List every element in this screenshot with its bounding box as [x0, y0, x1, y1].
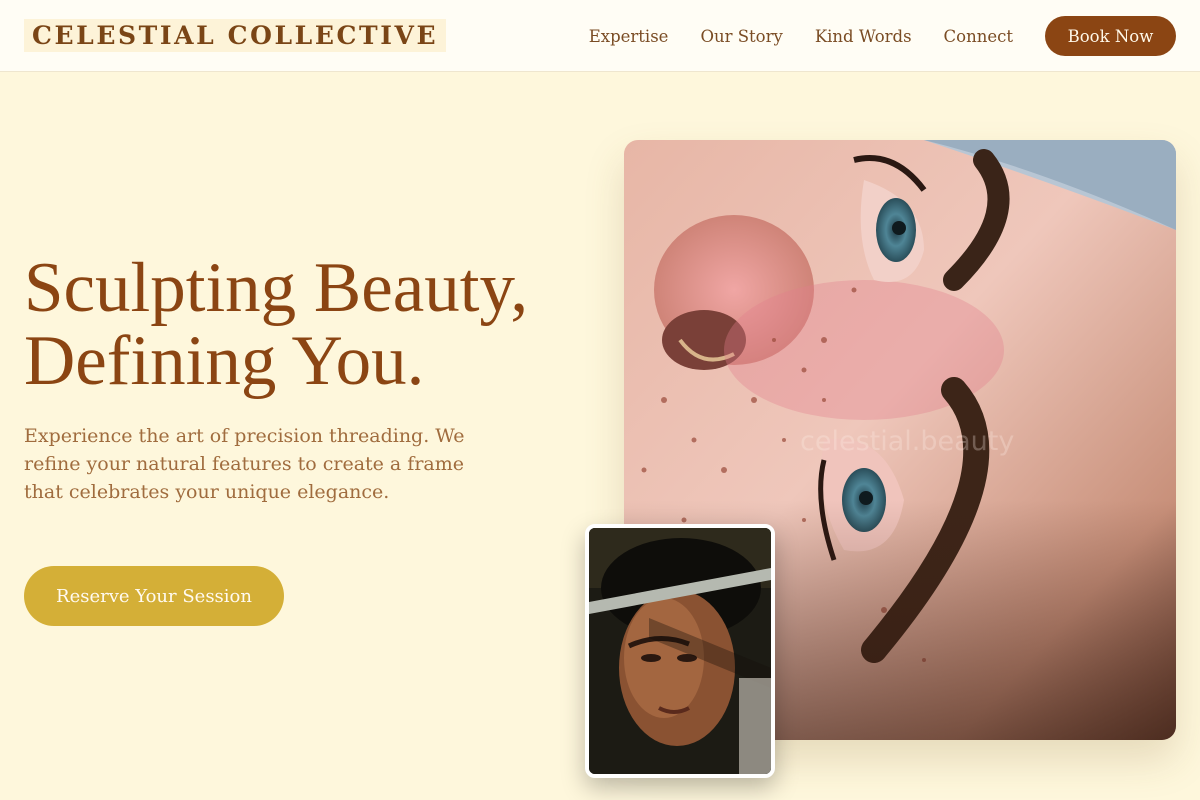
- hero-title-line-1: Sculpting Beauty,: [24, 249, 529, 327]
- hero-secondary-image: [585, 524, 775, 778]
- hero-subtitle: Experience the art of precision threadin…: [24, 425, 465, 503]
- site-header: CELESTIAL COLLECTIVE Expertise Our Story…: [0, 0, 1200, 72]
- main-nav: Expertise Our Story Kind Words Connect B…: [589, 0, 1176, 72]
- nav-link-kind-words[interactable]: Kind Words: [815, 27, 912, 46]
- book-now-button[interactable]: Book Now: [1045, 16, 1176, 56]
- hero-title-line-2: Defining You.: [24, 322, 425, 400]
- threading-portrait-illustration: [589, 528, 771, 774]
- nav-link-expertise[interactable]: Expertise: [589, 27, 669, 46]
- hero-title: Sculpting Beauty, Defining You.: [24, 252, 584, 398]
- reserve-session-button[interactable]: Reserve Your Session: [24, 566, 284, 626]
- nav-link-our-story[interactable]: Our Story: [700, 27, 782, 46]
- image-watermark: celestial.beauty: [800, 426, 1015, 457]
- nav-link-connect[interactable]: Connect: [944, 27, 1013, 46]
- brand-logo[interactable]: CELESTIAL COLLECTIVE: [24, 19, 447, 52]
